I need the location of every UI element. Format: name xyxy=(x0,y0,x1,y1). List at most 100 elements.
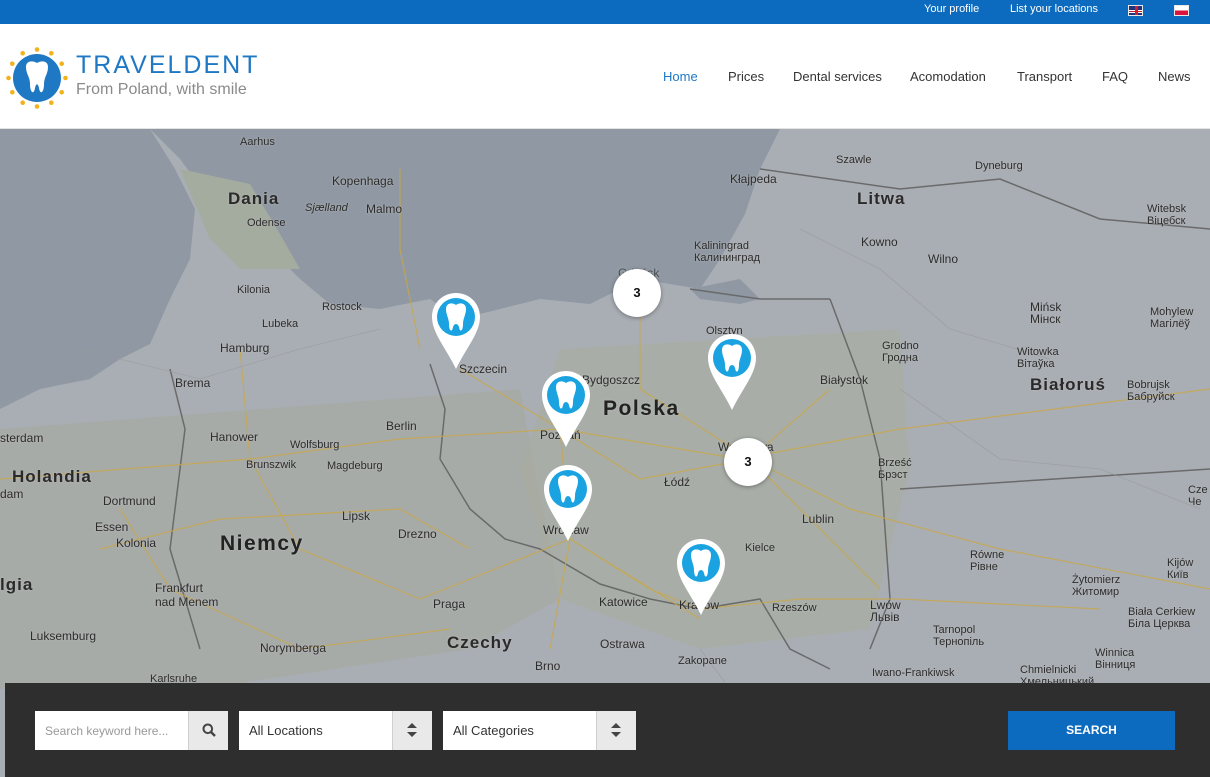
locations-map[interactable]: Aarhus Dania Kopenhaga Sjælland Malmo Od… xyxy=(0,129,1210,777)
map-label-bialorus: Białoruś xyxy=(1030,375,1107,394)
map-label-lipsk: Lipsk xyxy=(342,509,371,523)
map-label-holandia: Holandia xyxy=(12,467,92,486)
map-label-dyneburg: Dyneburg xyxy=(975,160,1023,172)
your-profile-link[interactable]: Your profile xyxy=(924,3,979,15)
map-label-witebsk: Witebsk Віцебск xyxy=(1147,203,1187,227)
tooth-pin-icon[interactable] xyxy=(676,539,726,615)
map-label-sjaelland: Sjælland xyxy=(305,202,348,214)
map-label-brno: Brno xyxy=(535,659,561,673)
map-label-grodno: Grodno Гродна xyxy=(882,340,919,364)
tooth-pin-icon[interactable] xyxy=(707,334,757,410)
nav-news[interactable]: News xyxy=(1158,69,1191,84)
brand-title: TRAVELDENT xyxy=(76,51,260,79)
locations-select-toggle[interactable] xyxy=(392,711,432,750)
map-label-lwow: Lwów Львів xyxy=(870,598,901,624)
tooth-pin-icon[interactable] xyxy=(431,293,481,369)
map-label-berlin: Berlin xyxy=(386,419,417,433)
map-label-luksemburg: Luksemburg xyxy=(30,629,97,643)
nav-faq[interactable]: FAQ xyxy=(1102,69,1128,84)
keyword-search-input[interactable]: Search keyword here... xyxy=(35,711,188,750)
tooth-logo-icon xyxy=(6,47,68,109)
map-label-czechy: Czechy xyxy=(447,633,513,652)
map-label-biala-cerkiew: Biała Cerkiew Біла Церква xyxy=(1128,606,1196,630)
tooth-pin-icon[interactable] xyxy=(541,371,591,447)
map-label-brema: Brema xyxy=(175,376,211,390)
map-label-norymberga: Norymberga xyxy=(260,641,327,655)
map-label-odense: Odense xyxy=(247,217,286,229)
nav-home[interactable]: Home xyxy=(663,69,698,84)
map-label-kolonia: Kolonia xyxy=(116,536,157,550)
map-label-praga: Praga xyxy=(433,597,466,611)
map-label-brunszwik: Brunszwik xyxy=(246,459,297,471)
english-flag-icon[interactable] xyxy=(1128,5,1143,16)
map-cluster-north[interactable]: 3 xyxy=(613,269,661,317)
map-label-lubeka: Lubeka xyxy=(262,318,299,330)
nav-acomodation[interactable]: Acomodation xyxy=(910,69,986,84)
sort-arrows-icon xyxy=(611,723,621,737)
map-label-bobrujsk: Bobrujsk Бабруйск xyxy=(1127,379,1175,403)
map-label-amsterdam: sterdam xyxy=(0,431,44,445)
map-label-kopenhaga: Kopenhaga xyxy=(332,174,394,188)
map-label-katowice: Katowice xyxy=(599,595,648,609)
map-label-dam: dam xyxy=(0,487,24,501)
map-label-frankfurt: Frankfurt nad Menem xyxy=(155,581,219,609)
map-label-belgia: lgia xyxy=(0,575,34,594)
site-header: TRAVELDENT From Poland, with smile Home … xyxy=(0,24,1210,129)
map-label-litwa: Litwa xyxy=(857,189,906,208)
map-label-essen: Essen xyxy=(95,520,129,534)
locations-select[interactable]: All Locations xyxy=(239,711,392,750)
map-label-brzesc: Brześć Брэст xyxy=(878,457,912,481)
map-label-dania: Dania xyxy=(228,189,280,208)
tooth-pin-icon[interactable] xyxy=(543,465,593,541)
map-label-wilno: Wilno xyxy=(928,252,959,266)
map-label-rostock: Rostock xyxy=(322,301,362,313)
map-label-bialystok: Białystok xyxy=(820,373,869,387)
map-label-zytomierz: Żytomierz Житомир xyxy=(1072,574,1121,598)
map-label-winnica: Winnica Вінниця xyxy=(1095,647,1136,671)
map-label-tarnopol: Tarnopol Тернопіль xyxy=(933,624,985,648)
map-label-klajpeda: Kłajpeda xyxy=(730,172,777,186)
map-label-hamburg: Hamburg xyxy=(220,341,270,355)
nav-dental-services[interactable]: Dental services xyxy=(793,69,882,84)
map-label-dortmund: Dortmund xyxy=(103,494,156,508)
categories-select[interactable]: All Categories xyxy=(443,711,596,750)
map-label-kijow: Kijów Київ xyxy=(1167,557,1194,581)
map-label-aarhus: Aarhus xyxy=(240,136,275,148)
polish-flag-icon[interactable] xyxy=(1174,5,1189,16)
map-label-minsk: Mińsk Мінск xyxy=(1030,300,1062,326)
map-label-rzeszow: Rzeszów xyxy=(772,602,817,614)
map-label-mohylew: Mohylew Магілёў xyxy=(1150,306,1194,330)
map-label-magdeburg: Magdeburg xyxy=(327,460,383,472)
site-logo[interactable]: TRAVELDENT From Poland, with smile xyxy=(6,47,270,109)
nav-transport[interactable]: Transport xyxy=(1017,69,1072,84)
list-your-locations-link[interactable]: List your locations xyxy=(1010,3,1098,15)
keyword-search-button[interactable] xyxy=(188,711,228,750)
map-label-malmo: Malmo xyxy=(366,202,403,216)
top-bar: Your profile List your locations xyxy=(0,0,1210,24)
nav-prices[interactable]: Prices xyxy=(728,69,764,84)
map-cluster-warsaw[interactable]: 3 xyxy=(724,438,772,486)
map-label-kowno: Kowno xyxy=(861,235,898,249)
search-panel: Search keyword here... All Locations All… xyxy=(5,683,1210,777)
map-label-kielce: Kielce xyxy=(745,542,775,554)
map-label-szawle: Szawle xyxy=(836,154,872,166)
map-label-lublin: Lublin xyxy=(802,512,835,526)
map-label-polska: Polska xyxy=(603,397,680,420)
map-label-hanower: Hanower xyxy=(210,430,259,444)
search-icon xyxy=(202,723,216,737)
map-label-witowka: Witowka Вітаўка xyxy=(1017,346,1059,370)
map-label-niemcy: Niemcy xyxy=(220,532,304,555)
map-label-rowne: Równe Рівне xyxy=(970,549,1005,573)
brand-tagline: From Poland, with smile xyxy=(76,81,247,98)
map-label-kaliningrad: Kaliningrad Калининград xyxy=(694,240,761,264)
map-label-zakopane: Zakopane xyxy=(678,655,727,667)
map-label-kilonia: Kilonia xyxy=(237,284,271,296)
sort-arrows-icon xyxy=(407,723,417,737)
map-label-ostrawa: Ostrawa xyxy=(600,637,645,651)
categories-select-toggle[interactable] xyxy=(596,711,636,750)
map-label-wolfsburg: Wolfsburg xyxy=(290,439,340,451)
map-label-iwano-frankiwsk: Iwano-Frankiwsk xyxy=(872,667,955,679)
map-label-drezno: Drezno xyxy=(398,527,437,541)
search-button[interactable]: SEARCH xyxy=(1008,711,1175,750)
map-label-czernihow: Cze Че xyxy=(1188,484,1208,508)
